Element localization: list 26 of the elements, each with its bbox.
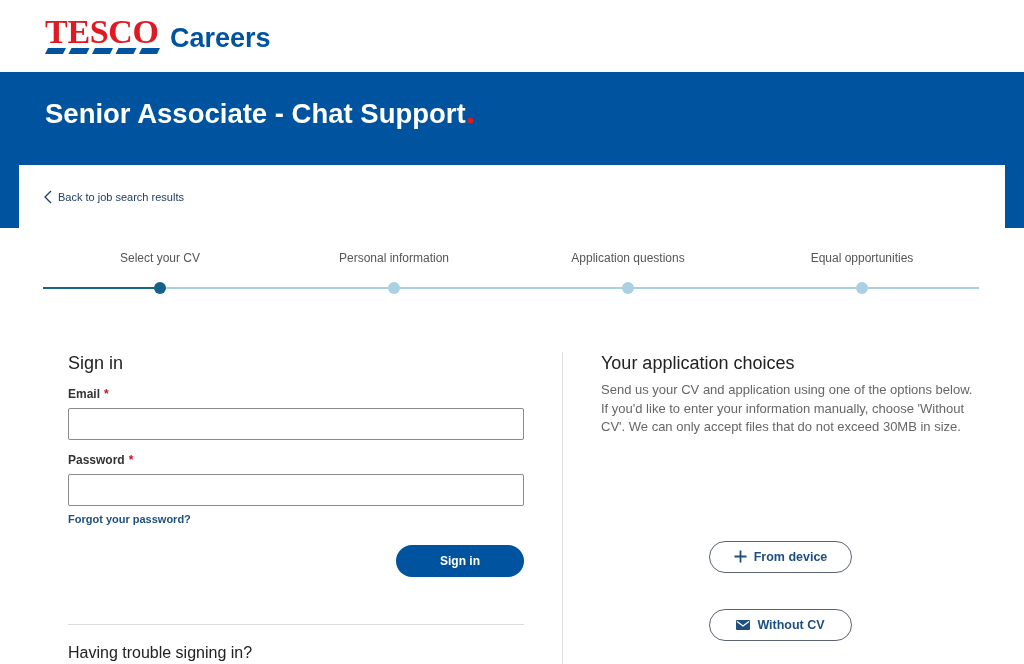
step-label: Application questions — [571, 250, 685, 266]
sign-in-heading: Sign in — [68, 352, 125, 374]
chevron-left-icon — [44, 190, 52, 204]
forgot-password-link[interactable]: Forgot your password? — [68, 512, 191, 526]
step-label: Equal opportunities — [810, 250, 914, 266]
site-name: Careers — [170, 23, 271, 52]
upload-button[interactable]: From device — [709, 540, 852, 573]
step-label: Select your CV — [119, 250, 200, 266]
choices-heading: Your application choices — [601, 352, 796, 374]
logo-stripes-icon — [45, 47, 160, 54]
input-field[interactable] — [68, 474, 524, 506]
back-link[interactable]: Back to job search results — [44, 189, 184, 205]
required-mark: * — [104, 387, 109, 401]
input-field[interactable] — [68, 408, 524, 440]
without-cv-button[interactable]: Without CV — [709, 608, 852, 641]
page-title: Senior Associate - Chat Support — [45, 97, 466, 131]
required-mark: * — [128, 453, 134, 467]
plus-icon — [733, 550, 747, 563]
instructions-text: Send us your CV and application using one of the options below. If you'd like to enter your information manually, choose 'Without CV'. We can only accept files that do not exceed 30MB in size. — [601, 381, 974, 436]
field-label: Email — [68, 387, 100, 401]
envelope-icon — [736, 619, 751, 630]
logo-wordmark: TESCO — [45, 18, 160, 45]
sign-in-button[interactable]: Sign in — [396, 545, 524, 577]
step-label: Personal information — [338, 250, 450, 266]
field-label: Password — [68, 453, 125, 467]
help-heading: Having trouble signing in? — [68, 643, 254, 662]
